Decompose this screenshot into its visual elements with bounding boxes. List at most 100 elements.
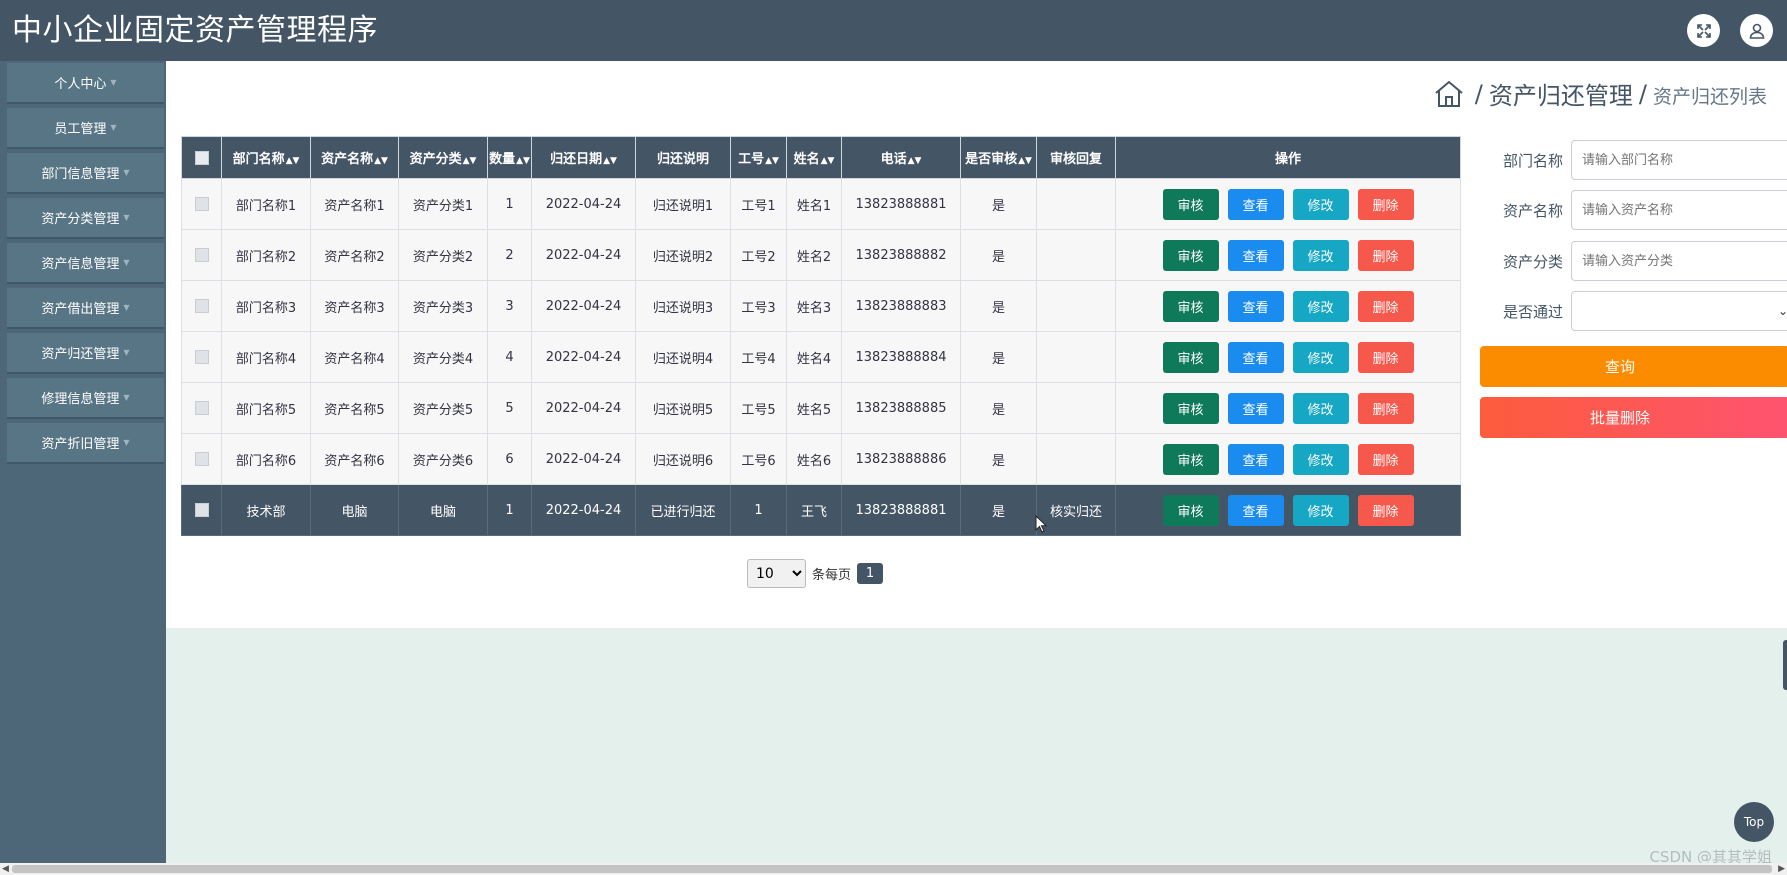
audit-button[interactable]: 审核 <box>1162 392 1219 424</box>
user-button[interactable] <box>1740 14 1773 47</box>
edit-button[interactable]: 修改 <box>1292 239 1349 271</box>
fullscreen-button[interactable] <box>1687 14 1720 47</box>
edit-button[interactable]: 修改 <box>1292 188 1349 220</box>
row-checkbox[interactable] <box>194 452 209 466</box>
scroll-right-icon[interactable]: ▶ <box>1778 863 1785 875</box>
delete-button[interactable]: 删除 <box>1357 341 1414 373</box>
dept-search-input[interactable] <box>1571 140 1787 180</box>
horizontal-scrollbar[interactable]: ◀ ▶ <box>0 863 1787 875</box>
side-handle[interactable] <box>1783 640 1787 690</box>
edit-button[interactable]: 修改 <box>1292 443 1349 475</box>
breadcrumb: / 资产归还管理 / 资产归还列表 <box>1433 76 1767 111</box>
scrollbar-thumb[interactable] <box>12 865 1772 873</box>
actions-cell: 审核 查看 修改 删除 <box>1115 433 1461 485</box>
return-note-cell: 归还说明4 <box>635 331 731 383</box>
row-checkbox[interactable] <box>194 503 209 517</box>
delete-button[interactable]: 删除 <box>1357 392 1414 424</box>
phone-cell: 13823888884 <box>841 331 961 383</box>
search-row-dept: 部门名称 <box>1480 140 1787 180</box>
reply-cell <box>1036 280 1116 332</box>
asset-search-input[interactable] <box>1571 190 1787 230</box>
edit-button[interactable]: 修改 <box>1292 341 1349 373</box>
row-checkbox[interactable] <box>194 248 209 262</box>
category-cell: 资产分类5 <box>398 382 488 434</box>
sidebar-item-employee[interactable]: 员工管理 ▼ <box>7 108 164 149</box>
view-button[interactable]: 查看 <box>1227 443 1284 475</box>
sidebar-item-depreciation[interactable]: 资产折旧管理 ▼ <box>7 423 164 464</box>
row-checkbox[interactable] <box>194 299 209 313</box>
column-header[interactable]: 部门名称▲▼ <box>221 136 311 179</box>
fullscreen-icon <box>1696 23 1711 38</box>
sidebar-item-repair[interactable]: 修理信息管理 ▼ <box>7 378 164 419</box>
data-table: 部门名称▲▼ 资产名称▲▼ 资产分类▲▼ 数量▲▼ 归还日期▲▼ 归还说明 工号… <box>181 136 1461 536</box>
dept-cell: 部门名称2 <box>221 229 311 281</box>
chevron-down-icon: ⌄ <box>1777 304 1787 318</box>
row-select-cell <box>181 433 222 485</box>
sidebar-item-label: 资产折旧管理 <box>41 437 120 452</box>
batch-delete-button[interactable]: 批量删除 <box>1480 397 1787 438</box>
sidebar-item-asset-lending[interactable]: 资产借出管理 ▼ <box>7 288 164 329</box>
return-note-cell: 归还说明3 <box>635 280 731 332</box>
category-label: 资产分类 <box>1502 252 1563 271</box>
return-date-cell: 2022-04-24 <box>531 280 636 332</box>
column-header[interactable]: 资产名称▲▼ <box>310 136 399 179</box>
audit-button[interactable]: 审核 <box>1162 290 1219 322</box>
scroll-left-icon[interactable]: ◀ <box>2 863 9 875</box>
sidebar-item-asset-return[interactable]: 资产归还管理 ▼ <box>7 333 164 374</box>
page-number-button[interactable]: 1 <box>857 563 884 584</box>
delete-button[interactable]: 删除 <box>1357 188 1414 220</box>
employee-no-cell: 工号2 <box>730 229 787 281</box>
view-button[interactable]: 查看 <box>1227 188 1284 220</box>
reply-cell <box>1036 331 1116 383</box>
view-button[interactable]: 查看 <box>1227 290 1284 322</box>
page-size-select[interactable]: 10 <box>747 559 806 588</box>
select-all-checkbox[interactable] <box>194 150 209 165</box>
return-note-cell: 归还说明1 <box>635 178 731 230</box>
delete-button[interactable]: 删除 <box>1357 494 1414 526</box>
table-row: 技术部 电脑 电脑 1 2022-04-24 已进行归还 1 王飞 13823888881 是核实… <box>181 484 1461 536</box>
delete-button[interactable]: 删除 <box>1357 443 1414 475</box>
row-checkbox[interactable] <box>194 350 209 364</box>
sidebar-item-asset-info[interactable]: 资产信息管理 ▼ <box>7 243 164 284</box>
employee-name-cell: 姓名3 <box>786 280 842 332</box>
audit-button[interactable]: 审核 <box>1162 443 1219 475</box>
row-checkbox[interactable] <box>194 401 209 415</box>
sidebar-item-department[interactable]: 部门信息管理 ▼ <box>7 153 164 194</box>
row-select-cell <box>181 229 222 281</box>
view-button[interactable]: 查看 <box>1227 341 1284 373</box>
employee-name-cell: 姓名2 <box>786 229 842 281</box>
edit-button[interactable]: 修改 <box>1292 494 1349 526</box>
column-header[interactable]: 姓名▲▼ <box>786 136 842 179</box>
column-header[interactable]: 是否审核▲▼ <box>960 136 1037 179</box>
delete-button[interactable]: 删除 <box>1357 239 1414 271</box>
table-row: 部门名称2 资产名称2 资产分类2 2 2022-04-24 归还说明2 工号2 姓名2 138… <box>181 229 1461 281</box>
audit-button[interactable]: 审核 <box>1162 341 1219 373</box>
query-button[interactable]: 查询 <box>1480 346 1787 387</box>
breadcrumb-module[interactable]: 资产归还管理 <box>1489 76 1633 111</box>
edit-button[interactable]: 修改 <box>1292 392 1349 424</box>
pass-select[interactable]: ⌄ <box>1571 291 1787 331</box>
view-button[interactable]: 查看 <box>1227 392 1284 424</box>
column-header[interactable]: 工号▲▼ <box>730 136 787 179</box>
mouse-cursor-icon <box>1035 515 1047 533</box>
audit-button[interactable]: 审核 <box>1162 239 1219 271</box>
category-cell: 资产分类6 <box>398 433 488 485</box>
view-button[interactable]: 查看 <box>1227 494 1284 526</box>
sidebar-item-personal-center[interactable]: 个人中心 ▼ <box>7 63 164 104</box>
employee-name-cell: 姓名1 <box>786 178 842 230</box>
edit-button[interactable]: 修改 <box>1292 290 1349 322</box>
column-header[interactable]: 电话▲▼ <box>841 136 961 179</box>
row-checkbox[interactable] <box>194 197 209 211</box>
column-header[interactable]: 数量▲▼ <box>487 136 532 179</box>
sidebar-item-asset-category[interactable]: 资产分类管理 ▼ <box>7 198 164 239</box>
category-search-input[interactable] <box>1571 241 1787 281</box>
view-button[interactable]: 查看 <box>1227 239 1284 271</box>
audit-button[interactable]: 审核 <box>1162 494 1219 526</box>
chevron-down-icon: ▼ <box>123 258 130 267</box>
column-header[interactable]: 归还日期▲▼ <box>531 136 636 179</box>
home-icon[interactable] <box>1433 78 1465 110</box>
audit-button[interactable]: 审核 <box>1162 188 1219 220</box>
back-to-top-button[interactable]: Top <box>1734 802 1774 842</box>
column-header[interactable]: 资产分类▲▼ <box>398 136 488 179</box>
delete-button[interactable]: 删除 <box>1357 290 1414 322</box>
